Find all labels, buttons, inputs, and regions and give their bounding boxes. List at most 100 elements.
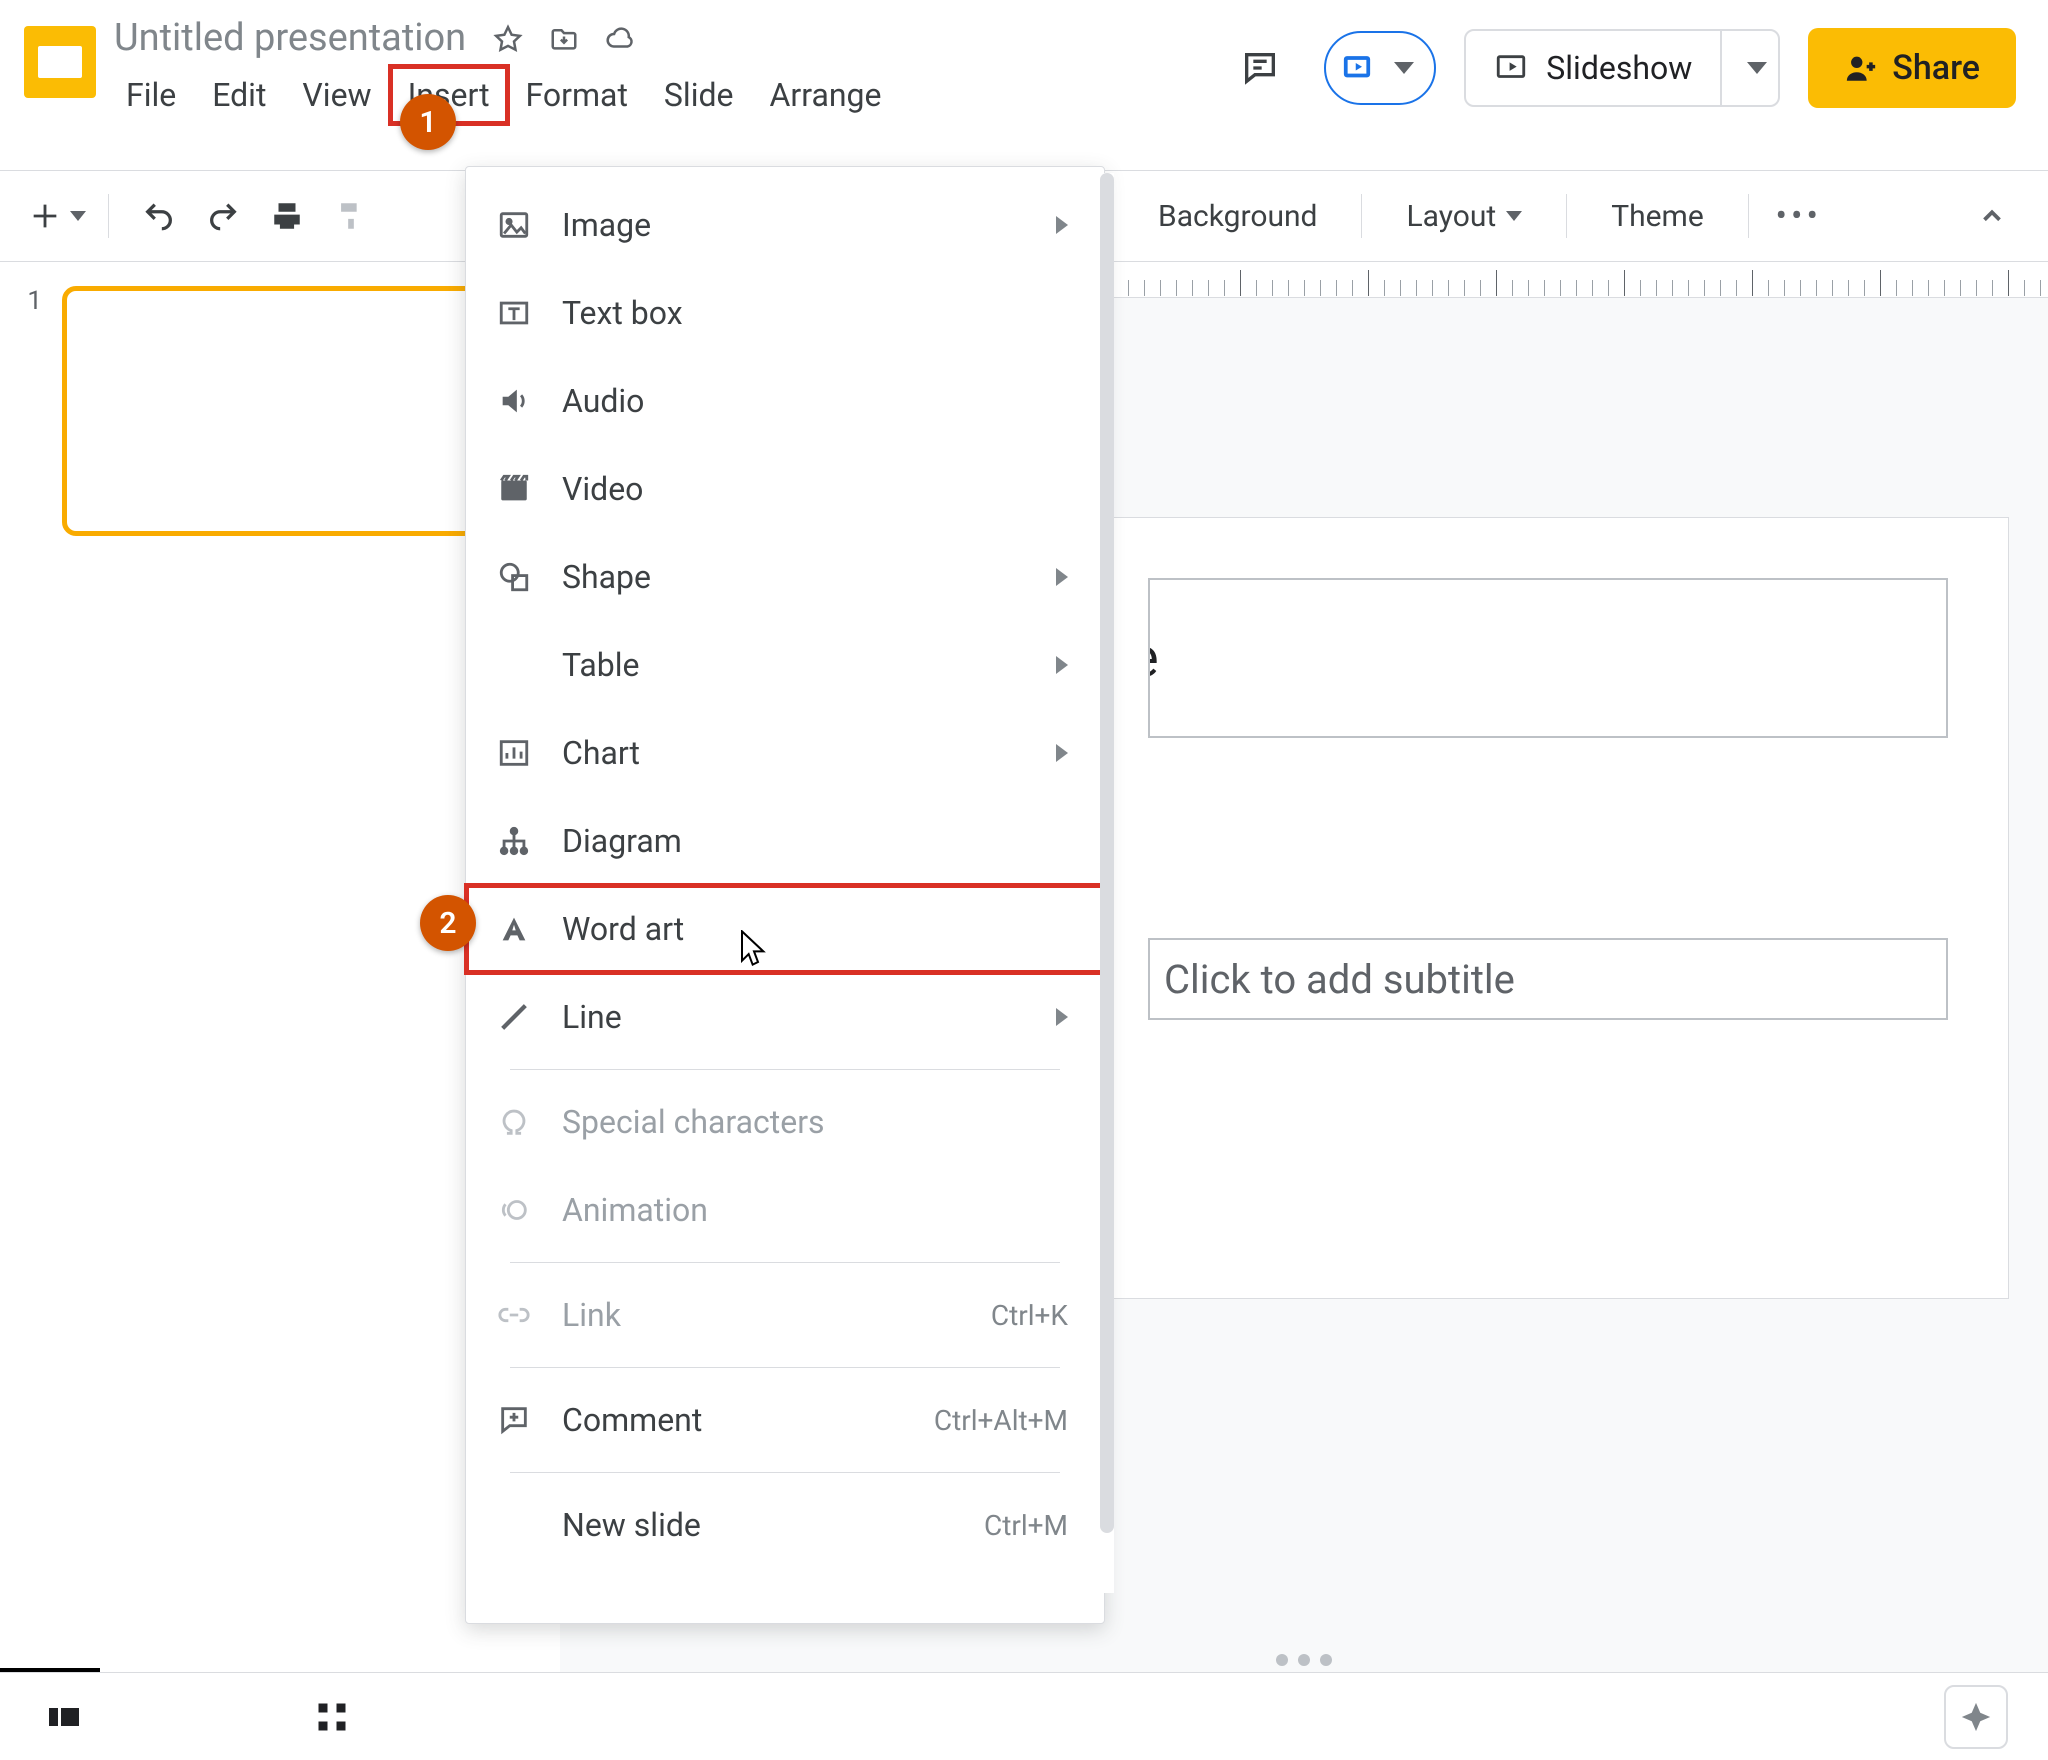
comments-history-icon[interactable] [1224,32,1296,104]
mouse-cursor-icon [740,930,768,970]
shape-icon [494,560,534,594]
insert-chart[interactable]: Chart [466,709,1104,797]
slides-logo[interactable] [24,26,96,98]
special-characters-icon [494,1105,534,1139]
explore-button[interactable] [1944,1685,2008,1749]
undo-button[interactable] [131,188,187,244]
slide-canvas[interactable]: e Click to add subtitle [1088,518,2008,1298]
collapse-toolbar-icon[interactable] [1964,188,2020,244]
menu-file[interactable]: File [108,66,194,124]
menu-format[interactable]: Format [508,66,646,124]
share-label: Share [1892,48,1980,88]
insert-wordart[interactable]: Word art [466,885,1104,973]
print-button[interactable] [259,188,315,244]
title-bar: Untitled presentation File Edit View [0,0,2048,170]
menu-view[interactable]: View [284,66,389,124]
insert-diagram[interactable]: Diagram [466,797,1104,885]
grid-view-icon[interactable] [308,1693,356,1741]
chart-icon [494,736,534,770]
background-button[interactable]: Background [1136,188,1339,244]
link-shortcut: Ctrl+K [991,1299,1068,1332]
star-icon[interactable] [490,21,526,57]
insert-textbox[interactable]: Text box [466,269,1104,357]
menu-bar: File Edit View Insert Format Slide Arran… [108,66,1212,124]
textbox-icon [494,296,534,330]
insert-line[interactable]: Line [466,973,1104,1061]
subtitle-placeholder[interactable]: Click to add subtitle [1148,938,1948,1020]
slide-thumbnail[interactable] [62,286,502,536]
document-name[interactable]: Untitled presentation [108,16,472,62]
theme-button[interactable]: Theme [1589,188,1726,244]
insert-special-characters: Special characters [466,1078,1104,1166]
title-placeholder[interactable]: e [1148,578,1948,738]
slideshow-button[interactable]: Slideshow [1464,29,1780,107]
submenu-caret-icon [1056,216,1068,234]
present-button[interactable] [1324,31,1436,105]
insert-animation: Animation [466,1166,1104,1254]
menu-edit[interactable]: Edit [194,66,284,124]
comment-shortcut: Ctrl+Alt+M [934,1404,1068,1437]
new-slide-button[interactable] [28,188,86,244]
cloud-status-icon[interactable] [602,21,638,57]
insert-video-label: Video [562,470,643,508]
menu-overflow [466,1569,1104,1609]
insert-audio-label: Audio [562,382,644,420]
insert-video[interactable]: Video [466,445,1104,533]
menu-slide[interactable]: Slide [646,66,752,124]
insert-shape[interactable]: Shape [466,533,1104,621]
insert-animation-label: Animation [562,1191,708,1229]
audio-icon [494,384,534,418]
insert-menu: Image Text box Audio Video Shape Table C… [465,166,1105,1624]
wordart-icon [494,912,534,946]
footer [0,1672,2048,1760]
submenu-caret-icon [1056,568,1068,586]
image-icon [494,208,534,242]
insert-line-label: Line [562,998,622,1036]
move-to-folder-icon[interactable] [546,21,582,57]
insert-shape-label: Shape [562,558,651,596]
present-caret-icon[interactable] [1380,59,1414,78]
diagram-icon [494,824,534,858]
insert-textbox-label: Text box [562,294,683,332]
slide-number: 1 [20,286,42,536]
filmstrip-view-icon[interactable] [40,1693,88,1741]
comment-icon [494,1403,534,1437]
paint-format-button[interactable] [323,188,379,244]
animation-icon [494,1193,534,1227]
share-button[interactable]: Share [1808,28,2016,108]
insert-table[interactable]: Table [466,621,1104,709]
redo-button[interactable] [195,188,251,244]
insert-link: Link Ctrl+K [466,1271,1104,1359]
slideshow-caret-icon[interactable] [1722,59,1778,78]
insert-audio[interactable]: Audio [466,357,1104,445]
link-icon [494,1298,534,1332]
more-tools-button[interactable]: ••• [1771,188,1827,244]
submenu-caret-icon [1056,656,1068,674]
menu-scrollbar[interactable] [1100,173,1114,1593]
insert-comment[interactable]: Comment Ctrl+Alt+M [466,1376,1104,1464]
submenu-caret-icon [1056,744,1068,762]
submenu-caret-icon [1056,1008,1068,1026]
insert-comment-label: Comment [562,1401,702,1439]
insert-diagram-label: Diagram [562,822,682,860]
insert-table-label: Table [562,646,639,684]
insert-new-slide-label: New slide [562,1506,701,1544]
slideshow-label: Slideshow [1546,49,1692,87]
step-badge-2: 2 [420,895,476,951]
insert-wordart-label: Word art [562,910,684,948]
new-slide-shortcut: Ctrl+M [984,1509,1068,1542]
layout-button[interactable]: Layout [1384,188,1544,244]
speaker-notes-drag-handle[interactable] [1276,1654,1332,1666]
insert-link-label: Link [562,1296,621,1334]
insert-special-characters-label: Special characters [562,1103,825,1141]
menu-arrange[interactable]: Arrange [752,66,900,124]
insert-image[interactable]: Image [466,181,1104,269]
line-icon [494,1000,534,1034]
insert-image-label: Image [562,206,651,244]
insert-new-slide[interactable]: New slide Ctrl+M [466,1481,1104,1569]
insert-chart-label: Chart [562,734,640,772]
subtitle-placeholder-text: Click to add subtitle [1164,956,1515,1003]
video-icon [494,472,534,506]
title-placeholder-text: e [1148,627,1159,690]
step-badge-1: 1 [400,94,456,150]
